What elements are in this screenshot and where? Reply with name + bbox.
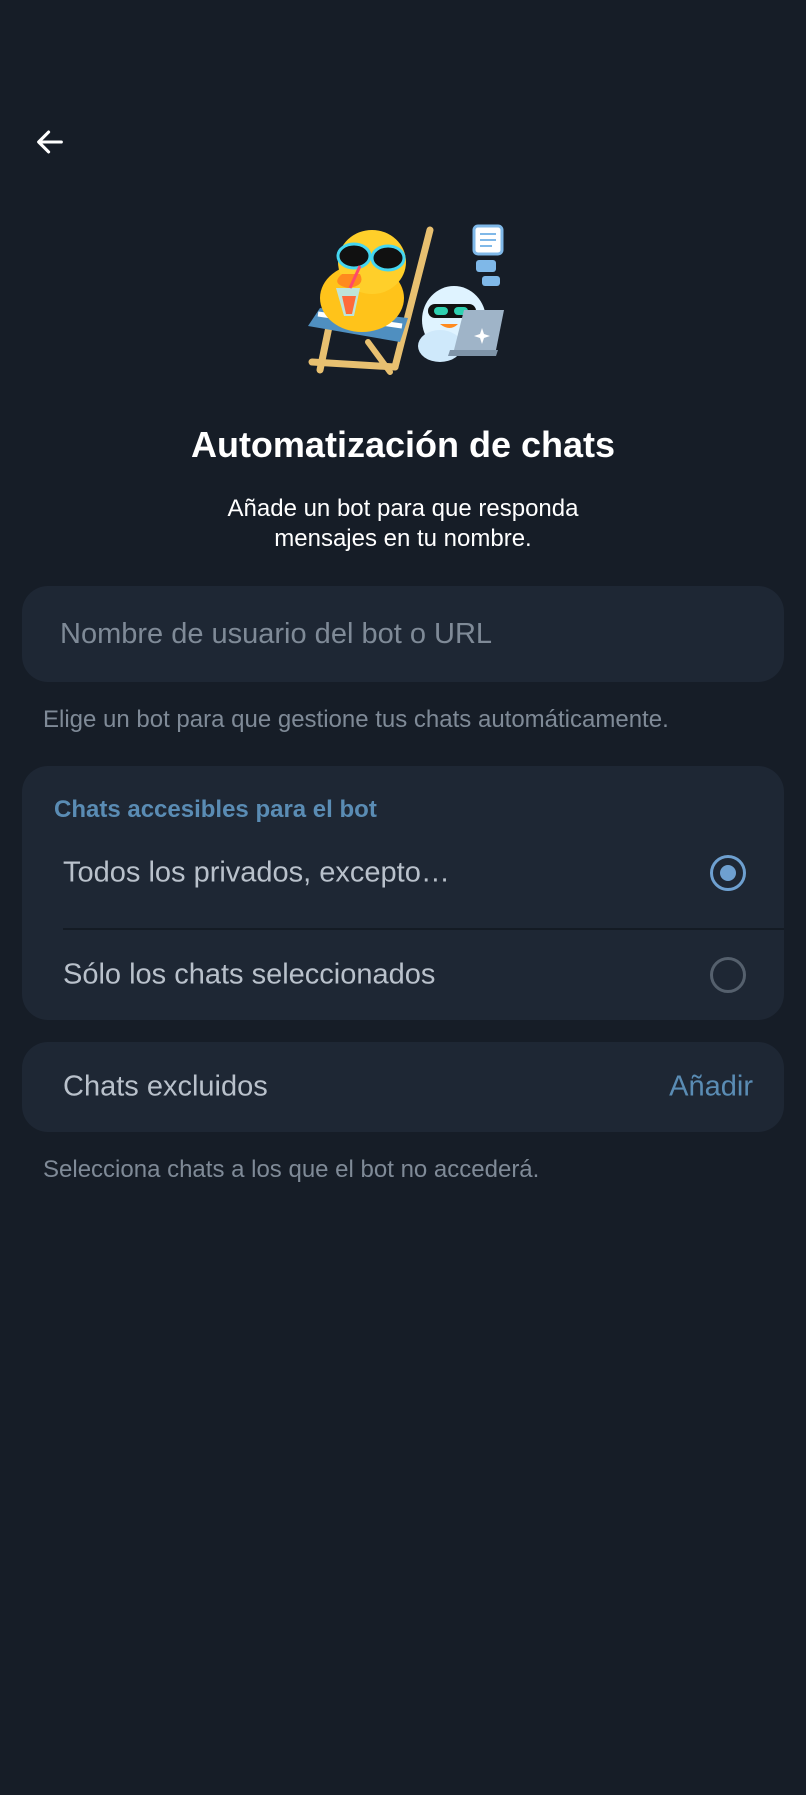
page-subtitle: Añade un bot para que responda mensajes … <box>227 495 579 552</box>
automation-screen: Automatización de chats Añade un bot par… <box>0 0 806 1795</box>
radio-unchecked-icon[interactable] <box>710 957 746 993</box>
radio-checked-icon[interactable] <box>710 855 746 891</box>
excluded-chats-row[interactable]: Chats excluidos Añadir <box>22 1042 784 1132</box>
section-header: Chats accesibles para el bot <box>54 796 377 823</box>
radio-option-label: Sólo los chats seleccionados <box>63 958 436 991</box>
radio-option-all-private[interactable]: Todos los privados, excepto… <box>22 828 784 918</box>
back-button[interactable] <box>24 116 76 168</box>
excluded-chats-label: Chats excluidos <box>63 1070 268 1103</box>
excluded-hint: Selecciona chats a los que el bot no acc… <box>43 1156 540 1183</box>
arrow-left-icon <box>37 130 63 154</box>
duck-sticker <box>290 222 516 378</box>
radio-option-selected-chats[interactable]: Sólo los chats seleccionados <box>22 930 784 1020</box>
access-options-card: Chats accesibles para el bot Todos los p… <box>22 766 784 1020</box>
bot-input-card <box>22 586 784 682</box>
add-excluded-button[interactable]: Añadir <box>669 1071 753 1104</box>
bot-input-hint: Elige un bot para que gestione tus chats… <box>43 706 669 733</box>
page-title: Automatización de chats <box>190 424 616 465</box>
radio-option-label: Todos los privados, excepto… <box>63 856 450 889</box>
bot-username-input[interactable] <box>22 586 784 682</box>
